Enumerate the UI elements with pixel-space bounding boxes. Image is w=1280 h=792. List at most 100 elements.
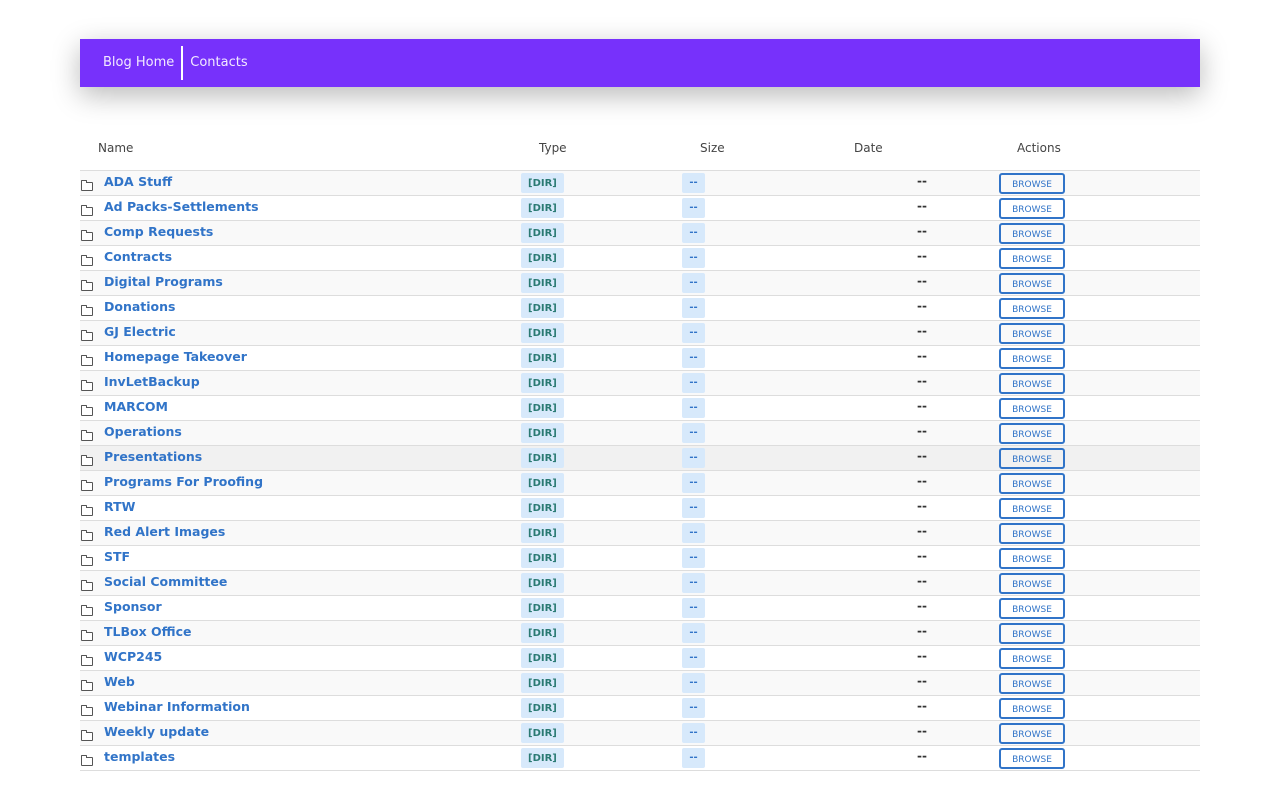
date-cell: --: [836, 395, 999, 421]
table-row: Social Committee [DIR] -- -- BROWSE: [80, 570, 1200, 596]
folder-icon: [81, 379, 93, 391]
browse-button[interactable]: BROWSE: [999, 497, 1065, 519]
folder-link[interactable]: Weekly update: [104, 724, 209, 739]
size-cell: --: [682, 745, 836, 771]
column-header-date[interactable]: Date: [836, 134, 999, 171]
actions-cell: BROWSE: [999, 395, 1200, 421]
browse-button[interactable]: BROWSE: [999, 247, 1065, 269]
folder-link[interactable]: templates: [104, 749, 175, 764]
browse-button[interactable]: BROWSE: [999, 747, 1065, 769]
browse-button[interactable]: BROWSE: [999, 547, 1065, 569]
size-badge: --: [682, 523, 705, 543]
size-badge: --: [682, 398, 705, 418]
folder-link[interactable]: Webinar Information: [104, 699, 250, 714]
name-cell: Social Committee: [80, 570, 521, 596]
folder-link[interactable]: Presentations: [104, 449, 202, 464]
size-badge: --: [682, 273, 705, 293]
actions-cell: BROWSE: [999, 545, 1200, 571]
browse-button[interactable]: BROWSE: [999, 197, 1065, 219]
browse-button[interactable]: BROWSE: [999, 647, 1065, 669]
name-cell: Ad Packs-Settlements: [80, 195, 521, 221]
date-value: --: [917, 699, 927, 713]
browse-button[interactable]: BROWSE: [999, 597, 1065, 619]
date-value: --: [917, 249, 927, 263]
date-value: --: [917, 424, 927, 438]
date-value: --: [917, 349, 927, 363]
browse-button[interactable]: BROWSE: [999, 697, 1065, 719]
date-cell: --: [836, 470, 999, 496]
browse-button[interactable]: BROWSE: [999, 672, 1065, 694]
size-cell: --: [682, 170, 836, 196]
table-row: Ad Packs-Settlements [DIR] -- -- BROWSE: [80, 195, 1200, 221]
date-cell: --: [836, 345, 999, 371]
browse-button[interactable]: BROWSE: [999, 472, 1065, 494]
date-value: --: [917, 599, 927, 613]
folder-link[interactable]: ADA Stuff: [104, 174, 172, 189]
folder-icon: [81, 729, 93, 741]
folder-link[interactable]: STF: [104, 549, 130, 564]
browse-button[interactable]: BROWSE: [999, 347, 1065, 369]
browse-button[interactable]: BROWSE: [999, 222, 1065, 244]
column-header-type[interactable]: Type: [521, 134, 682, 171]
browse-button[interactable]: BROWSE: [999, 172, 1065, 194]
folder-link[interactable]: Homepage Takeover: [104, 349, 247, 364]
browse-button[interactable]: BROWSE: [999, 272, 1065, 294]
folder-link[interactable]: WCP245: [104, 649, 162, 664]
date-cell: --: [836, 370, 999, 396]
browse-button[interactable]: BROWSE: [999, 622, 1065, 644]
folder-link[interactable]: MARCOM: [104, 399, 168, 414]
column-header-name[interactable]: Name: [80, 134, 521, 171]
folder-link[interactable]: Operations: [104, 424, 182, 439]
folder-link[interactable]: Red Alert Images: [104, 524, 225, 539]
date-value: --: [917, 374, 927, 388]
browse-button[interactable]: BROWSE: [999, 422, 1065, 444]
folder-link[interactable]: Sponsor: [104, 599, 162, 614]
type-badge: [DIR]: [521, 723, 564, 743]
nav-blog-home-link[interactable]: Blog Home: [96, 46, 181, 80]
date-cell: --: [836, 295, 999, 321]
actions-cell: BROWSE: [999, 445, 1200, 471]
nav-contacts-link[interactable]: Contacts: [183, 46, 254, 80]
type-cell: [DIR]: [521, 695, 682, 721]
actions-cell: BROWSE: [999, 720, 1200, 746]
table-row: Donations [DIR] -- -- BROWSE: [80, 295, 1200, 321]
type-cell: [DIR]: [521, 395, 682, 421]
folder-link[interactable]: Donations: [104, 299, 175, 314]
browse-button[interactable]: BROWSE: [999, 572, 1065, 594]
browse-button[interactable]: BROWSE: [999, 322, 1065, 344]
folder-link[interactable]: RTW: [104, 499, 135, 514]
folder-link[interactable]: InvLetBackup: [104, 374, 200, 389]
browse-button[interactable]: BROWSE: [999, 372, 1065, 394]
folder-link[interactable]: Programs For Proofing: [104, 474, 263, 489]
size-cell: --: [682, 195, 836, 221]
folder-link[interactable]: Contracts: [104, 249, 172, 264]
date-cell: --: [836, 170, 999, 196]
folder-link[interactable]: TLBox Office: [104, 624, 191, 639]
folder-icon: [81, 304, 93, 316]
folder-link[interactable]: Ad Packs-Settlements: [104, 199, 259, 214]
date-value: --: [917, 749, 927, 763]
folder-link[interactable]: Web: [104, 674, 135, 689]
date-value: --: [917, 724, 927, 738]
type-badge: [DIR]: [521, 373, 564, 393]
browse-button[interactable]: BROWSE: [999, 722, 1065, 744]
name-cell: Donations: [80, 295, 521, 321]
folder-link[interactable]: Comp Requests: [104, 224, 213, 239]
size-badge: --: [682, 248, 705, 268]
date-value: --: [917, 299, 927, 313]
folder-link[interactable]: Social Committee: [104, 574, 227, 589]
name-cell: MARCOM: [80, 395, 521, 421]
folder-link[interactable]: Digital Programs: [104, 274, 223, 289]
browse-button[interactable]: BROWSE: [999, 522, 1065, 544]
browse-button[interactable]: BROWSE: [999, 297, 1065, 319]
column-header-size[interactable]: Size: [682, 134, 836, 171]
browse-button[interactable]: BROWSE: [999, 397, 1065, 419]
folder-icon: [81, 479, 93, 491]
folder-link[interactable]: GJ Electric: [104, 324, 176, 339]
browse-button[interactable]: BROWSE: [999, 447, 1065, 469]
table-row: Weekly update [DIR] -- -- BROWSE: [80, 720, 1200, 746]
actions-cell: BROWSE: [999, 170, 1200, 196]
folder-icon: [81, 279, 93, 291]
date-value: --: [917, 549, 927, 563]
size-cell: --: [682, 445, 836, 471]
